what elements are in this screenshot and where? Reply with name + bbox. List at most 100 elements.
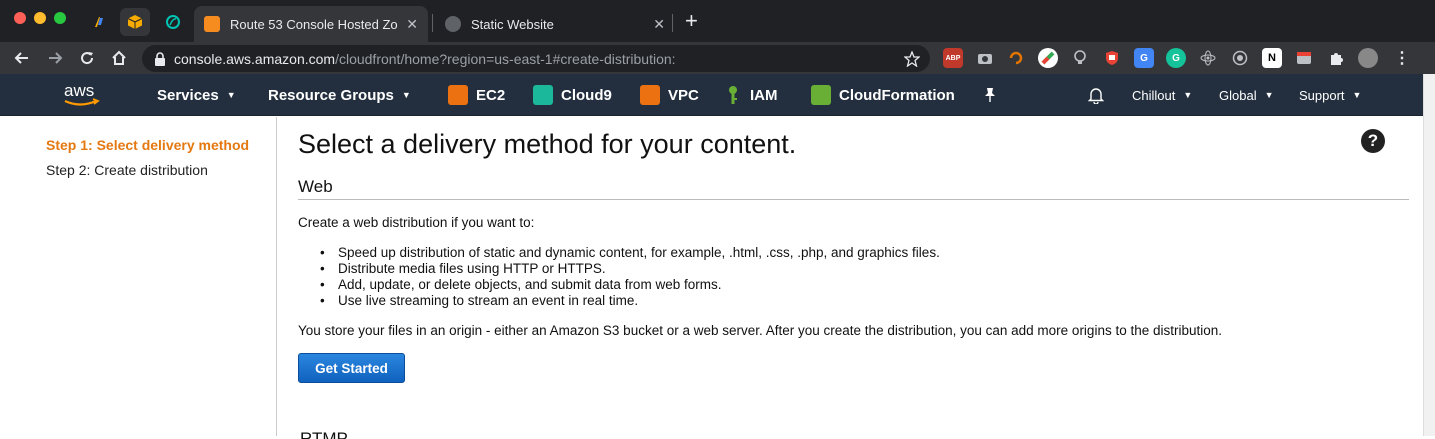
reload-button[interactable]: [76, 47, 98, 69]
shortcut-cloud9-label: Cloud9: [561, 86, 612, 104]
account-label: Chillout: [1132, 87, 1176, 103]
key-icon: [729, 86, 737, 104]
region-label: Global: [1219, 87, 1257, 103]
svg-text:aws: aws: [64, 81, 94, 100]
tab-route53[interactable]: Route 53 Console Hosted Zones ✕: [194, 6, 428, 42]
region-menu[interactable]: Global ▼: [1219, 74, 1274, 116]
chevron-down-icon: ▼: [1352, 90, 1362, 100]
reload-icon: [81, 52, 94, 65]
aws-logo[interactable]: aws: [60, 80, 104, 110]
minimize-window-button[interactable]: [34, 12, 46, 24]
maximize-window-button[interactable]: [54, 12, 66, 24]
ec2-icon: [448, 85, 468, 105]
shortcut-vpc-label: VPC: [668, 86, 699, 104]
step-select-delivery-method[interactable]: Step 1: Select delivery method: [46, 137, 249, 153]
browser-toolbar: console.aws.amazon.com/cloudfront/home?r…: [0, 42, 1435, 74]
page-scrollbar[interactable]: [1423, 74, 1435, 436]
globe-icon: [445, 16, 461, 32]
forward-button[interactable]: [44, 47, 66, 69]
resource-groups-menu[interactable]: Resource Groups ▼: [268, 74, 411, 116]
pinned-tab-3[interactable]: [158, 8, 188, 36]
step-create-distribution[interactable]: Step 2: Create distribution: [46, 162, 208, 178]
pin-icon: [985, 88, 995, 102]
pinned-tab-1[interactable]: [84, 8, 114, 36]
cloudformation-icon: [811, 85, 831, 105]
shortcut-ec2-label: EC2: [476, 86, 506, 104]
adblock-icon[interactable]: ABP: [943, 48, 963, 68]
grammarly-icon[interactable]: G: [1166, 48, 1186, 68]
web-intro-text: Create a web distribution if you want to…: [298, 215, 535, 230]
close-icon[interactable]: ✕: [406, 16, 418, 33]
shortcut-iam-label: IAM: [750, 86, 778, 104]
notifications-button[interactable]: [1088, 74, 1104, 116]
get-started-button[interactable]: Get Started: [298, 353, 405, 383]
back-button[interactable]: [11, 47, 33, 69]
pinwheel-icon[interactable]: [1038, 48, 1058, 68]
profile-avatar[interactable]: [1358, 48, 1378, 68]
support-label: Support: [1299, 87, 1345, 103]
shortcut-cloudformation[interactable]: CloudFormation: [811, 74, 955, 116]
list-item: Distribute media files using HTTP or HTT…: [318, 261, 940, 277]
tab-static-website[interactable]: Static Website ✕: [435, 6, 675, 42]
leaf-icon: [166, 15, 180, 29]
shortcut-ec2[interactable]: EC2: [448, 74, 505, 116]
lock-icon: [155, 51, 165, 66]
new-tab-button[interactable]: +: [685, 10, 698, 32]
chevron-down-icon: ▼: [1264, 90, 1274, 100]
pin-shortcuts-button[interactable]: [983, 74, 997, 116]
aws-favicon-icon: [204, 16, 220, 32]
translate-icon[interactable]: G: [1134, 48, 1154, 68]
menu-kebab-icon[interactable]: ⋮: [1392, 48, 1412, 68]
origin-note-text: You store your files in an origin - eith…: [298, 323, 1223, 338]
cloud9-icon: [533, 85, 553, 105]
section-title-web: Web: [298, 177, 333, 196]
puzzle-icon[interactable]: [1326, 48, 1346, 68]
account-menu[interactable]: Chillout ▼: [1132, 74, 1192, 116]
home-button[interactable]: [108, 47, 130, 69]
address-bar[interactable]: console.aws.amazon.com/cloudfront/home?r…: [142, 45, 930, 72]
close-icon[interactable]: ✕: [653, 16, 665, 33]
tab-divider: [432, 14, 433, 32]
camera-icon[interactable]: [975, 48, 995, 68]
chevron-down-icon: ▼: [401, 90, 411, 100]
notion-icon[interactable]: N: [1262, 48, 1282, 68]
url-host: console.aws.amazon.com: [174, 50, 336, 67]
clockwise-icon[interactable]: [1006, 48, 1026, 68]
url-path: /cloudfront/home?region=us-east-1#create…: [335, 50, 676, 67]
window-icon[interactable]: [1294, 48, 1314, 68]
browser-tabstrip: Route 53 Console Hosted Zones ✕ Static W…: [0, 0, 1435, 42]
services-menu[interactable]: Services ▼: [157, 74, 236, 116]
chevron-down-icon: ▼: [226, 90, 236, 100]
bell-icon: [1088, 88, 1104, 104]
support-menu[interactable]: Support ▼: [1299, 74, 1361, 116]
shortcut-iam[interactable]: IAM: [726, 74, 778, 116]
bulb-icon[interactable]: [1070, 48, 1090, 68]
close-window-button[interactable]: [14, 12, 26, 24]
tab-route53-title: Route 53 Console Hosted Zones: [230, 16, 398, 32]
help-icon[interactable]: ?: [1361, 129, 1385, 153]
list-item: Add, update, or delete objects, and subm…: [318, 277, 940, 293]
react-icon[interactable]: [1198, 48, 1218, 68]
shortcut-vpc[interactable]: VPC: [640, 74, 699, 116]
page-title: Select a delivery method for your conten…: [298, 129, 797, 159]
list-item: Use live streaming to stream an event in…: [318, 293, 940, 309]
shortcut-cloud9[interactable]: Cloud9: [533, 74, 612, 116]
pinned-tab-1-icon: [95, 17, 103, 27]
tab-divider: [672, 14, 673, 32]
back-arrow-icon: [14, 52, 28, 64]
section-title-rtmp: RTMP: [300, 429, 348, 439]
tab-static-website-title: Static Website: [471, 16, 554, 32]
shortcut-cloudformation-label: CloudFormation: [839, 86, 955, 104]
star-icon[interactable]: [904, 50, 920, 67]
target-icon[interactable]: [1230, 48, 1250, 68]
section-divider: [298, 199, 1409, 200]
vpc-icon: [640, 85, 660, 105]
shield-icon[interactable]: [1102, 48, 1122, 68]
resource-groups-label: Resource Groups: [268, 86, 394, 104]
cube-icon: [127, 15, 143, 29]
wizard-steps-sidebar: Step 1: Select delivery method Step 2: C…: [0, 117, 277, 436]
home-icon: [112, 50, 126, 65]
url-text: console.aws.amazon.com/cloudfront/home?r…: [174, 51, 676, 67]
forward-arrow-icon: [49, 52, 63, 64]
pinned-tab-aws[interactable]: [120, 8, 150, 36]
